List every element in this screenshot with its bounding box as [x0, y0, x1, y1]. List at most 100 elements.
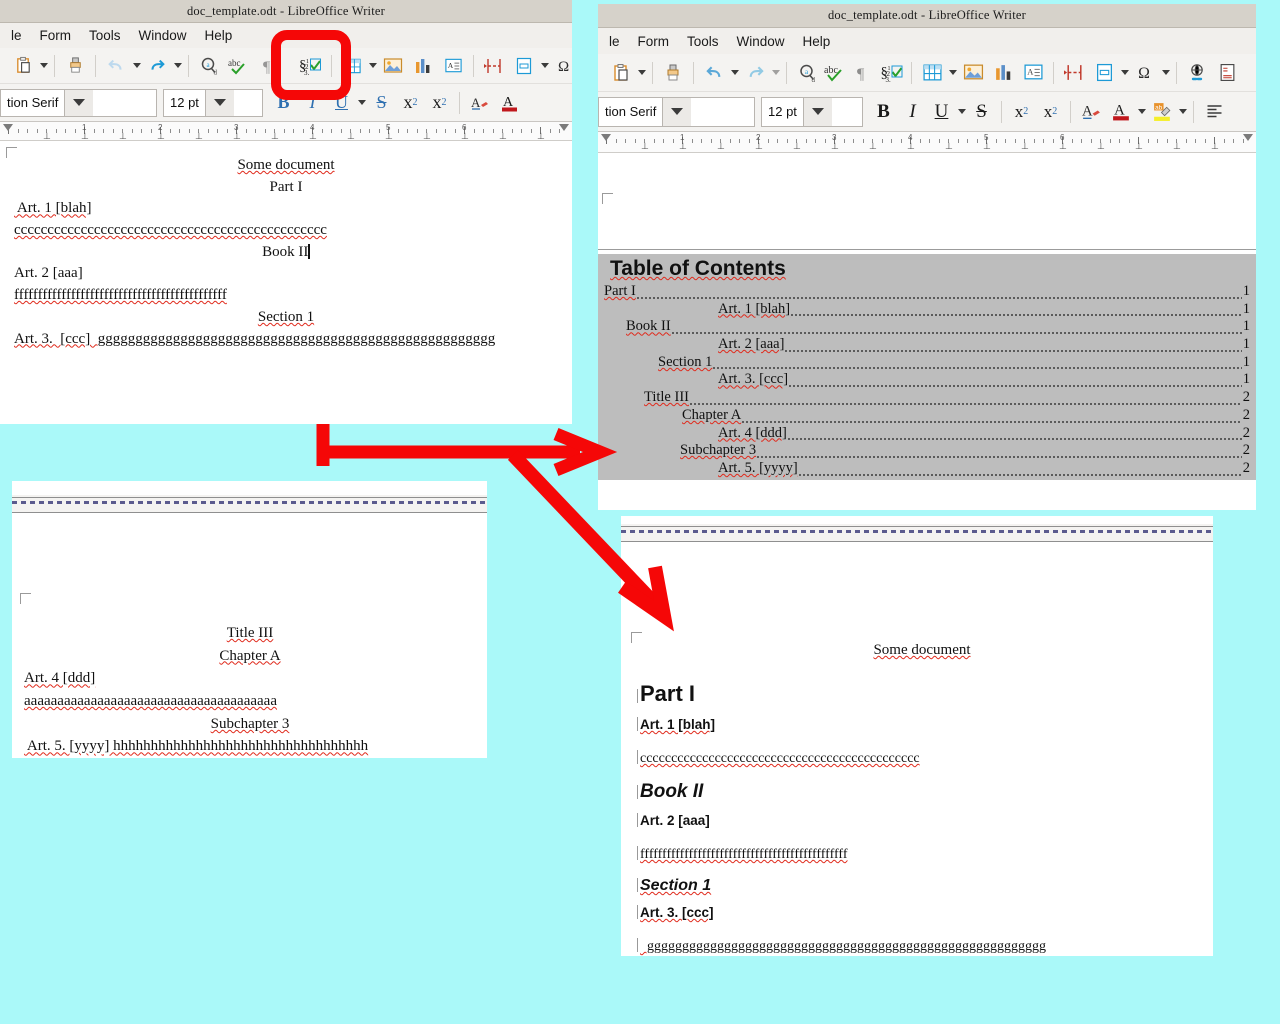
- clear-formatting-icon[interactable]: A: [465, 88, 495, 118]
- page-break-icon[interactable]: [479, 51, 509, 81]
- ruler-tab-stop[interactable]: ⊥: [195, 132, 203, 141]
- undo-icon[interactable]: [699, 58, 729, 88]
- insert-text-box-icon[interactable]: A: [1018, 58, 1048, 88]
- font-name-dropdown-icon[interactable]: [662, 97, 692, 126]
- insert-field-icon[interactable]: [509, 51, 539, 81]
- document-page-plain-2[interactable]: Title III Chapter A Art. 4 [ddd] aaaaaaaaaa…: [12, 513, 487, 757]
- document-line[interactable]: Part I: [14, 179, 558, 197]
- strikethrough-icon[interactable]: S: [967, 97, 996, 127]
- insert-image-icon[interactable]: [958, 58, 988, 88]
- table-of-contents-field[interactable]: Table of Contents Part I 1 Art. 1 [blah] 1 B…: [598, 254, 1256, 480]
- undo-dropdown-icon[interactable]: [729, 58, 740, 88]
- special-character-icon[interactable]: Ω: [550, 51, 572, 81]
- document-line[interactable]: cccccccccccccccccccccccccccccccccccccccc…: [14, 222, 558, 240]
- ruler-tab-stop[interactable]: ⊥: [831, 142, 839, 151]
- footnote-icon[interactable]: [1212, 58, 1242, 88]
- page-break-icon[interactable]: [1059, 58, 1089, 88]
- special-character-icon[interactable]: Ω: [1130, 58, 1160, 88]
- document-line[interactable]: ffffffffffffffffffffffffffffffffffffffff…: [637, 846, 1207, 863]
- menu-item-table[interactable]: le: [600, 32, 629, 51]
- insert-table-of-contents-icon[interactable]: § 1 2 3.: [878, 58, 906, 88]
- document-line[interactable]: Title III: [24, 625, 476, 643]
- insert-field-dropdown-icon[interactable]: [539, 51, 550, 81]
- document-line[interactable]: ffffffffffffffffffffffffffffffffffffffff…: [14, 287, 558, 305]
- document-page-toc[interactable]: Table of Contents Part I 1 Art. 1 [blah] 1 B…: [598, 153, 1256, 505]
- spelling-icon[interactable]: abc: [224, 51, 254, 81]
- document-line[interactable]: cccccccccccccccccccccccccccccccccccccccc…: [637, 750, 1207, 767]
- document-line[interactable]: Some document: [637, 642, 1207, 659]
- toc-entry[interactable]: Art. 2 [aaa] 1: [604, 336, 1250, 354]
- font-name-value[interactable]: tion Serif: [1, 90, 64, 116]
- indent-marker-left[interactable]: [601, 134, 611, 141]
- ruler-tab-stop[interactable]: ⊥: [119, 132, 127, 141]
- document-page-styled[interactable]: Some document Part I Art. 1 [blah] cccccccc…: [621, 542, 1213, 956]
- formatting-marks-icon[interactable]: ¶: [848, 58, 878, 88]
- document-line[interactable]: Subchapter 3: [24, 716, 476, 734]
- spelling-icon[interactable]: abc: [822, 58, 848, 88]
- font-size-dropdown-icon[interactable]: [802, 97, 832, 126]
- toc-entry[interactable]: Section 1 1: [604, 354, 1250, 372]
- redo-dropdown-icon[interactable]: [770, 58, 781, 88]
- ruler-tab-stop[interactable]: ⊥: [499, 132, 507, 141]
- ruler-tab-stop[interactable]: ⊥: [461, 132, 469, 141]
- horizontal-ruler[interactable]: 1 2 3 4 5 6 ⊥ ⊥ ⊥ ⊥ ⊥ ⊥ ⊥ ⊥ ⊥ ⊥ ⊥ ⊥ ⊥ ⊥: [0, 122, 572, 141]
- redo-dropdown-icon[interactable]: [172, 51, 183, 81]
- document-line[interactable]: Some document: [14, 157, 558, 175]
- superscript-icon[interactable]: x2: [396, 88, 425, 118]
- font-size-dropdown-icon[interactable]: [204, 89, 234, 116]
- insert-chart-icon[interactable]: [988, 58, 1018, 88]
- ruler-tab-stop[interactable]: ⊥: [309, 132, 317, 141]
- standard-toolbar[interactable]: ad abc ¶ § 1 2 3. A Ω: [598, 54, 1256, 92]
- font-name-combobox[interactable]: tion Serif: [598, 96, 755, 127]
- menu-item-form[interactable]: Form: [31, 26, 81, 45]
- ruler-tab-stop[interactable]: ⊥: [385, 132, 393, 141]
- align-left-icon[interactable]: [1199, 97, 1229, 127]
- find-and-replace-icon[interactable]: ad: [194, 51, 224, 81]
- highlight-color-icon[interactable]: ab: [1147, 97, 1177, 127]
- insert-chart-icon[interactable]: [408, 51, 438, 81]
- document-line[interactable]: Art. 3. [ccc]: [637, 905, 1207, 920]
- document-line[interactable]: Art. 1 [blah]: [14, 200, 558, 218]
- clone-formatting-icon[interactable]: [658, 58, 688, 88]
- subscript-icon[interactable]: x2: [1036, 97, 1065, 127]
- insert-table-dropdown-icon[interactable]: [367, 51, 378, 81]
- font-size-value[interactable]: 12 pt: [762, 98, 803, 126]
- horizontal-ruler[interactable]: 1 2 3 4 5 6 ⊥ ⊥ ⊥ ⊥ ⊥ ⊥ ⊥ ⊥ ⊥ ⊥ ⊥ ⊥ ⊥ ⊥ ⊥ ⊥: [598, 132, 1256, 153]
- toc-entry-list[interactable]: Part I 1 Art. 1 [blah] 1 Book II 1 Art. 2 [aaa…: [604, 283, 1250, 478]
- undo-icon[interactable]: [101, 51, 131, 81]
- toc-entry[interactable]: Chapter A 2: [604, 407, 1250, 425]
- toc-entry[interactable]: Art. 3. [ccc] 1: [604, 371, 1250, 390]
- insert-table-dropdown-icon[interactable]: [947, 58, 958, 88]
- ruler-tab-stop[interactable]: ⊥: [1173, 142, 1181, 151]
- underline-icon[interactable]: U: [927, 97, 956, 127]
- document-line[interactable]: Art. 5. [yyyy] hhhhhhhhhhhhhhhhhhhhhhhhh…: [24, 738, 476, 756]
- ruler-tab-stop[interactable]: ⊥: [869, 142, 877, 151]
- paste-dropdown-icon[interactable]: [636, 58, 647, 88]
- font-name-combobox[interactable]: tion Serif: [0, 88, 157, 117]
- ruler-tab-stop[interactable]: ⊥: [157, 132, 165, 141]
- font-color-icon[interactable]: A: [495, 88, 525, 118]
- toc-entry[interactable]: Title III 2: [604, 389, 1250, 407]
- ruler-tab-stop[interactable]: ⊥: [1059, 142, 1067, 151]
- document-line[interactable]: Art. 1 [blah]: [637, 717, 1207, 732]
- menu-item-window[interactable]: Window: [130, 26, 196, 45]
- font-size-combobox[interactable]: 12 pt: [761, 96, 863, 127]
- bold-icon[interactable]: B: [869, 97, 898, 127]
- indent-marker-right[interactable]: [559, 124, 569, 131]
- document-line[interactable]: Section 1: [14, 309, 558, 327]
- document-line[interactable]: Art. 4 [ddd]: [24, 670, 476, 688]
- italic-icon[interactable]: I: [898, 97, 927, 127]
- writer-window-styled-document[interactable]: Some document Part I Art. 1 [blah] cccccccc…: [621, 516, 1213, 956]
- underline-dropdown-icon[interactable]: [956, 97, 967, 127]
- hyperlink-icon[interactable]: [1182, 58, 1212, 88]
- special-character-dropdown-icon[interactable]: [1160, 58, 1171, 88]
- ruler-tab-stop[interactable]: ⊥: [537, 132, 545, 141]
- menu-item-tools[interactable]: Tools: [80, 26, 130, 45]
- ruler-tab-stop[interactable]: ⊥: [233, 132, 241, 141]
- font-name-dropdown-icon[interactable]: [64, 89, 94, 116]
- redo-icon[interactable]: [142, 51, 172, 81]
- toc-entry[interactable]: Art. 5. [yyyy] 2: [604, 460, 1250, 478]
- clear-formatting-icon[interactable]: A: [1076, 97, 1106, 127]
- document-line[interactable]: aaaaaaaaaaaaaaaaaaaaaaaaaaaaaaaaaaaaaa: [24, 693, 476, 711]
- ruler-tab-stop[interactable]: ⊥: [983, 142, 991, 151]
